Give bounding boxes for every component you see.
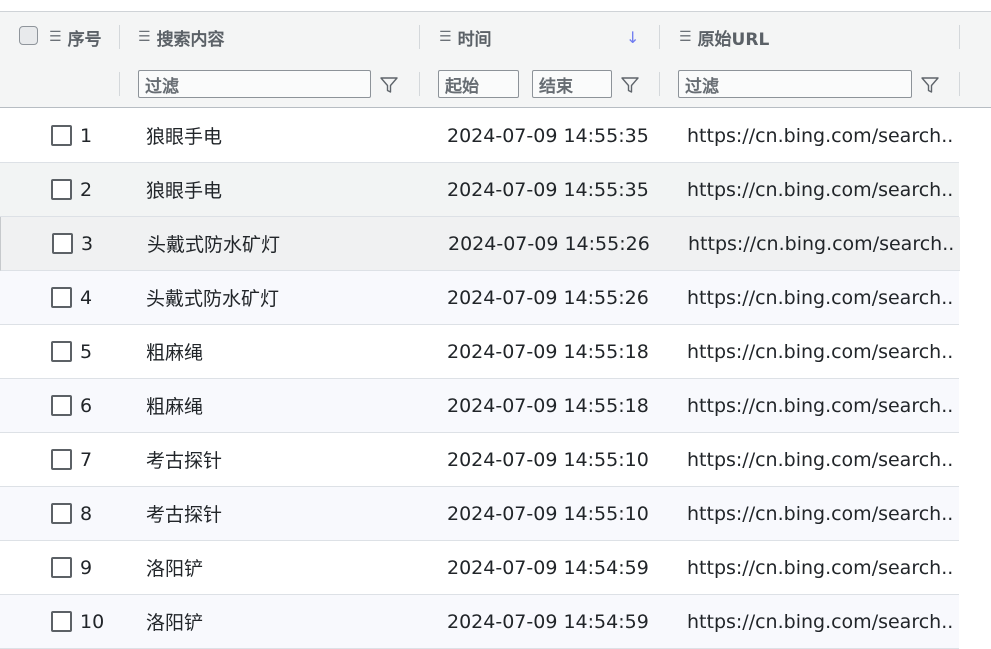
- column-header-index-label: 序号: [67, 29, 102, 50]
- row-checkbox[interactable]: [51, 503, 72, 524]
- row-index: 9: [80, 556, 93, 579]
- sort-descending-icon[interactable]: ↓: [626, 12, 639, 62]
- row-index: 8: [80, 502, 93, 525]
- url-cell[interactable]: https://cn.bing.com/search...: [687, 433, 955, 486]
- time-cell: 2024-07-09 14:54:59: [447, 610, 649, 633]
- url-filter-input[interactable]: 过滤: [678, 70, 912, 98]
- row-checkbox[interactable]: [51, 395, 72, 416]
- row-checkbox[interactable]: [51, 179, 72, 200]
- column-divider[interactable]: [959, 25, 960, 49]
- row-checkbox[interactable]: [51, 557, 72, 578]
- filter-funnel-icon[interactable]: [920, 75, 940, 95]
- time-cell: 2024-07-09 14:55:35: [447, 124, 649, 147]
- column-header-time[interactable]: ☰ 时间: [439, 12, 492, 62]
- column-header-search[interactable]: ☰ 搜索内容: [138, 12, 225, 62]
- search-term-cell: 粗麻绳: [146, 342, 204, 364]
- column-divider[interactable]: [419, 25, 420, 49]
- row-checkbox[interactable]: [51, 611, 72, 632]
- search-term-cell: 粗麻绳: [146, 396, 204, 418]
- url-cell[interactable]: https://cn.bing.com/search...: [687, 595, 955, 648]
- table-row[interactable]: 8 考古探针 2024-07-09 14:55:10 https://cn.bi…: [0, 487, 959, 541]
- time-cell: 2024-07-09 14:55:26: [447, 286, 649, 309]
- url-cell[interactable]: https://cn.bing.com/search...: [687, 109, 955, 162]
- table-row[interactable]: 5 粗麻绳 2024-07-09 14:55:18 https://cn.bin…: [0, 325, 959, 379]
- search-term-cell: 头戴式防水矿灯: [147, 234, 281, 256]
- filter-funnel-icon[interactable]: [379, 75, 399, 95]
- row-index: 3: [81, 232, 94, 255]
- time-cell: 2024-07-09 14:55:18: [447, 394, 649, 417]
- time-cell: 2024-07-09 14:55:18: [447, 340, 649, 363]
- url-cell[interactable]: https://cn.bing.com/search...: [687, 163, 955, 216]
- search-term-cell: 洛阳铲: [146, 612, 204, 634]
- column-divider[interactable]: [119, 25, 120, 49]
- column-menu-icon[interactable]: ☰: [679, 29, 692, 45]
- row-checkbox[interactable]: [52, 233, 73, 254]
- search-term-cell: 考古探针: [146, 504, 223, 526]
- column-header-search-label: 搜索内容: [156, 29, 225, 50]
- url-cell[interactable]: https://cn.bing.com/search...: [687, 271, 955, 324]
- column-divider: [959, 72, 960, 96]
- search-term-cell: 考古探针: [146, 450, 223, 472]
- search-term-cell: 洛阳铲: [146, 558, 204, 580]
- filter-row: 过滤 起始 结束 过滤: [0, 62, 991, 108]
- row-index: 6: [80, 394, 93, 417]
- search-term-cell: 头戴式防水矿灯: [146, 288, 280, 310]
- table-row[interactable]: 10 洛阳铲 2024-07-09 14:54:59 https://cn.bi…: [0, 595, 959, 649]
- table-row[interactable]: 4 头戴式防水矿灯 2024-07-09 14:55:26 https://cn…: [0, 271, 959, 325]
- column-header-time-label: 时间: [457, 29, 492, 50]
- grid-header: ☰ 序号 ☰ 搜索内容 ☰ 时间 ↓ ☰ 原始URL: [0, 12, 991, 63]
- url-cell[interactable]: https://cn.bing.com/search...: [687, 541, 955, 594]
- data-grid: ☰ 序号 ☰ 搜索内容 ☰ 时间 ↓ ☰ 原始URL 过滤 起始 结束 过滤 1…: [0, 0, 991, 649]
- search-term-cell: 狼眼手电: [146, 126, 223, 148]
- column-header-index[interactable]: ☰ 序号: [49, 12, 102, 62]
- table-row[interactable]: 6 粗麻绳 2024-07-09 14:55:18 https://cn.bin…: [0, 379, 959, 433]
- column-menu-icon[interactable]: ☰: [439, 29, 452, 45]
- column-divider: [119, 72, 120, 96]
- filter-funnel-icon[interactable]: [620, 75, 640, 95]
- url-cell[interactable]: https://cn.bing.com/search...: [688, 217, 956, 270]
- table-row[interactable]: 9 洛阳铲 2024-07-09 14:54:59 https://cn.bin…: [0, 541, 959, 595]
- row-checkbox[interactable]: [51, 287, 72, 308]
- time-cell: 2024-07-09 14:55:35: [447, 178, 649, 201]
- search-term-cell: 狼眼手电: [146, 180, 223, 202]
- row-index: 10: [80, 610, 105, 633]
- url-cell[interactable]: https://cn.bing.com/search...: [687, 487, 955, 540]
- time-cell: 2024-07-09 14:55:10: [447, 448, 649, 471]
- row-index: 4: [80, 286, 93, 309]
- row-checkbox[interactable]: [51, 125, 72, 146]
- time-cell: 2024-07-09 14:55:26: [448, 232, 650, 255]
- row-checkbox[interactable]: [51, 449, 72, 470]
- time-start-input[interactable]: 起始: [438, 70, 519, 98]
- row-index: 1: [80, 124, 93, 147]
- column-divider: [659, 72, 660, 96]
- column-header-url[interactable]: ☰ 原始URL: [679, 12, 769, 62]
- select-all-checkbox[interactable]: [19, 26, 38, 45]
- table-row[interactable]: 2 狼眼手电 2024-07-09 14:55:35 https://cn.bi…: [0, 163, 959, 217]
- row-index: 7: [80, 448, 93, 471]
- time-end-input[interactable]: 结束: [532, 70, 612, 98]
- url-cell[interactable]: https://cn.bing.com/search...: [687, 379, 955, 432]
- table-row[interactable]: 7 考古探针 2024-07-09 14:55:10 https://cn.bi…: [0, 433, 959, 487]
- time-cell: 2024-07-09 14:54:59: [447, 556, 649, 579]
- column-menu-icon[interactable]: ☰: [138, 29, 151, 45]
- row-index: 2: [80, 178, 93, 201]
- column-divider: [419, 72, 420, 96]
- url-cell[interactable]: https://cn.bing.com/search...: [687, 325, 955, 378]
- search-filter-input[interactable]: 过滤: [138, 70, 371, 98]
- column-header-url-label: 原始URL: [697, 29, 770, 50]
- table-row[interactable]: 1 狼眼手电 2024-07-09 14:55:35 https://cn.bi…: [0, 109, 959, 163]
- row-index: 5: [80, 340, 93, 363]
- column-divider[interactable]: [659, 25, 660, 49]
- column-menu-icon[interactable]: ☰: [49, 29, 62, 45]
- row-checkbox[interactable]: [51, 341, 72, 362]
- time-cell: 2024-07-09 14:55:10: [447, 502, 649, 525]
- table-row[interactable]: 3 头戴式防水矿灯 2024-07-09 14:55:26 https://cn…: [0, 217, 960, 271]
